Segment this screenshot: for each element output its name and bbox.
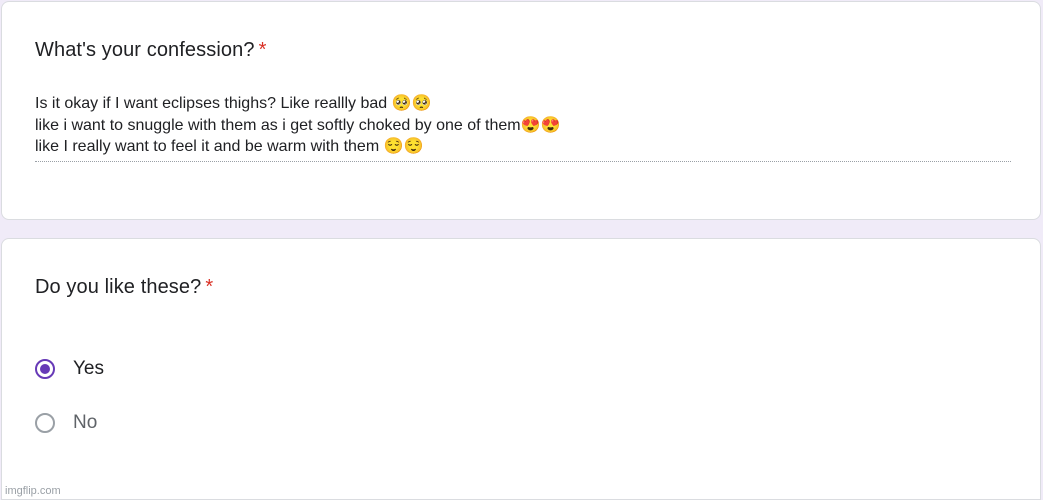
radio-selected-icon[interactable] [35, 359, 55, 379]
radio-unselected-icon[interactable] [35, 413, 55, 433]
answer-line: like I really want to feel it and be war… [35, 138, 424, 155]
confession-answer-field[interactable]: Is it okay if I want eclipses thighs? Li… [35, 93, 1011, 162]
radio-option-no[interactable]: No [35, 408, 97, 438]
option-label: Yes [73, 358, 104, 379]
imgflip-watermark: imgflip.com [5, 485, 61, 497]
question-title-text: Do you like these? [35, 276, 202, 298]
required-asterisk: * [205, 276, 214, 298]
question-title-text: What's your confession? [35, 39, 255, 61]
like-question-card: Do you like these? * Yes No [1, 238, 1041, 500]
radio-option-yes[interactable]: Yes [35, 354, 104, 384]
confession-question-card: What's your confession? * Is it okay if I… [1, 1, 1041, 220]
answer-line: like i want to snuggle with them as i ge… [35, 116, 561, 134]
question-title: Do you like these? * [35, 276, 213, 299]
answer-line: Is it okay if I want eclipses thighs? Li… [35, 95, 432, 112]
required-asterisk: * [258, 39, 267, 61]
option-label: No [73, 412, 98, 433]
question-title: What's your confession? * [35, 39, 266, 62]
